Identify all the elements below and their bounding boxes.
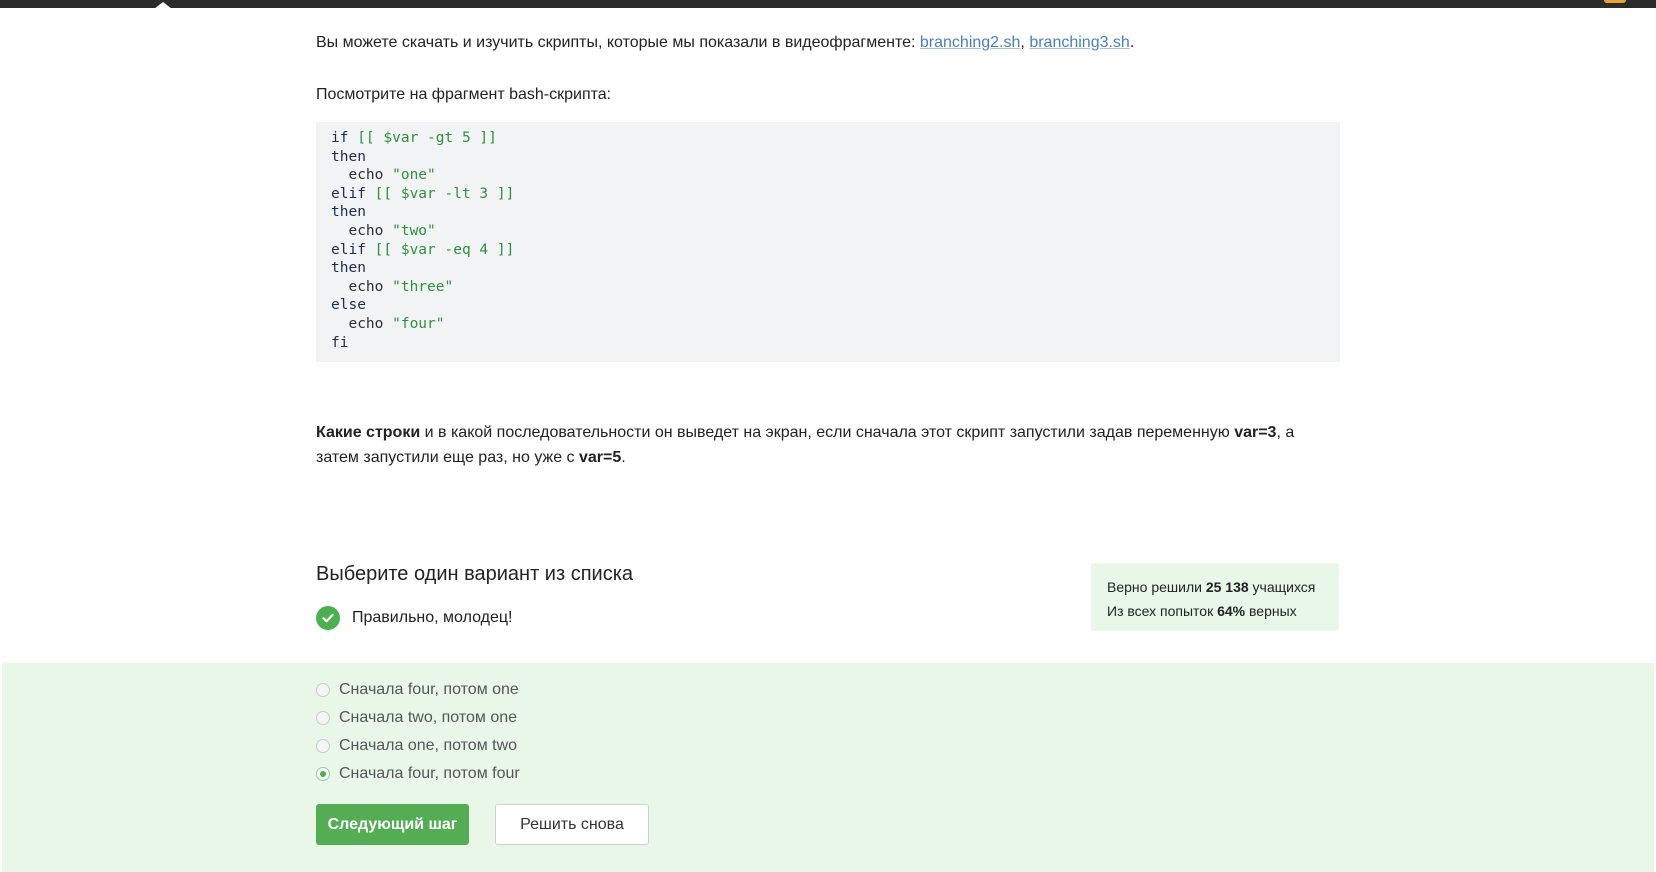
intro-text: Вы можете скачать и изучить скрипты, кот… <box>316 34 920 51</box>
code-line: echo "two" <box>331 222 1325 241</box>
question-var3: var=3 <box>1234 424 1277 441</box>
code-token: echo <box>331 222 393 239</box>
check-icon <box>316 606 340 630</box>
code-line: echo "three" <box>331 278 1325 297</box>
code-line: fi <box>331 334 1325 353</box>
stats-attempts-percent: 64% <box>1217 603 1246 619</box>
intro-paragraph: Вы можете скачать и изучить скрипты, кот… <box>316 30 1340 55</box>
question-paragraph: Какие строки и в какой последовательност… <box>316 420 1340 470</box>
code-token: "three" <box>392 278 454 295</box>
code-line: elif [[ $var -eq 4 ]] <box>331 241 1325 260</box>
code-token: if <box>331 130 358 146</box>
option-label-3: Сначала one, потом two <box>339 737 518 754</box>
answer-area: Сначала four, потом one Сначала two, пот… <box>2 663 1654 872</box>
stats-solved: Верно решили 25 138 учащихся <box>1107 575 1323 599</box>
question-var5: var=5 <box>579 449 622 466</box>
question-text-3: . <box>621 449 626 466</box>
code-caption: Посмотрите на фрагмент bash-скрипта: <box>316 82 1340 107</box>
code-token: else <box>331 297 366 314</box>
code-token: then <box>331 204 366 221</box>
code-token: echo <box>331 167 393 184</box>
script-link-branching2[interactable]: branching2.sh <box>920 34 1021 51</box>
radio-3[interactable] <box>316 739 330 753</box>
question-bold-lines: Какие строки <box>316 424 421 441</box>
result-text: Правильно, молодец! <box>352 609 513 626</box>
code-token: elif <box>331 185 375 202</box>
code-line: echo "one" <box>331 166 1325 185</box>
code-line: else <box>331 296 1325 315</box>
top-navbar <box>0 0 1656 9</box>
code-line: then <box>331 148 1325 167</box>
stats-solved-suffix: учащихся <box>1248 579 1316 595</box>
stats-solved-prefix: Верно решили <box>1107 579 1206 595</box>
code-token: [[ $var -eq 4 ]] <box>374 241 515 258</box>
next-step-button[interactable]: Следующий шаг <box>316 804 469 845</box>
intro-end: . <box>1129 34 1135 51</box>
choose-title: Выберите один вариант из списка <box>316 563 634 585</box>
link-separator: , <box>1020 34 1030 51</box>
option-1[interactable]: Сначала four, потом one <box>316 679 519 701</box>
code-line: then <box>331 203 1325 222</box>
code-token: [[ $var -lt 3 ]] <box>374 185 515 202</box>
solve-again-button[interactable]: Решить снова <box>495 804 649 845</box>
option-3[interactable]: Сначала one, потом two <box>316 735 517 757</box>
code-token: then <box>331 148 366 165</box>
code-line: if [[ $var -gt 5 ]] <box>331 129 1325 148</box>
active-step-notch <box>154 2 172 9</box>
code-token: "four" <box>392 315 445 332</box>
script-link-branching3[interactable]: branching3.sh <box>1029 34 1130 51</box>
code-block: if [[ $var -gt 5 ]] then echo "one" elif [… <box>316 122 1340 362</box>
option-label-2: Сначала two, потом one <box>339 709 518 726</box>
option-4[interactable]: Сначала four, потом four <box>316 763 520 785</box>
stats-attempts: Из всех попыток 64% верных <box>1107 599 1323 623</box>
user-avatar-edge[interactable] <box>1604 0 1626 3</box>
code-token: then <box>331 260 366 277</box>
stats-attempts-suffix: верных <box>1245 603 1297 619</box>
option-label-4: Сначала four, потом four <box>339 765 520 782</box>
option-label-1: Сначала four, потом one <box>339 681 519 698</box>
code-token: echo <box>331 278 393 295</box>
code-line: then <box>331 259 1325 278</box>
code-token: "one" <box>392 167 436 184</box>
code-token: elif <box>331 241 375 258</box>
code-token: [[ $var -gt 5 ]] <box>357 130 497 146</box>
radio-4[interactable] <box>316 767 330 781</box>
question-text-1: и в какой последовательности он выведет … <box>420 424 1235 441</box>
stats-attempts-prefix: Из всех попыток <box>1107 603 1218 619</box>
radio-1[interactable] <box>316 683 330 697</box>
result-correct: Правильно, молодец! <box>316 606 512 630</box>
code-line: echo "four" <box>331 315 1325 334</box>
code-token: echo <box>331 315 393 332</box>
code-token: "two" <box>392 222 436 239</box>
code-token: fi <box>331 334 349 351</box>
code-line: elif [[ $var -lt 3 ]] <box>331 185 1325 204</box>
radio-2[interactable] <box>316 711 330 725</box>
stats-box: Верно решили 25 138 учащихся Из всех поп… <box>1091 563 1339 631</box>
option-2[interactable]: Сначала two, потом one <box>316 707 517 729</box>
stats-solved-count: 25 138 <box>1205 579 1249 595</box>
code-caption-text: Посмотрите на фрагмент bash-скрипта: <box>316 86 612 103</box>
